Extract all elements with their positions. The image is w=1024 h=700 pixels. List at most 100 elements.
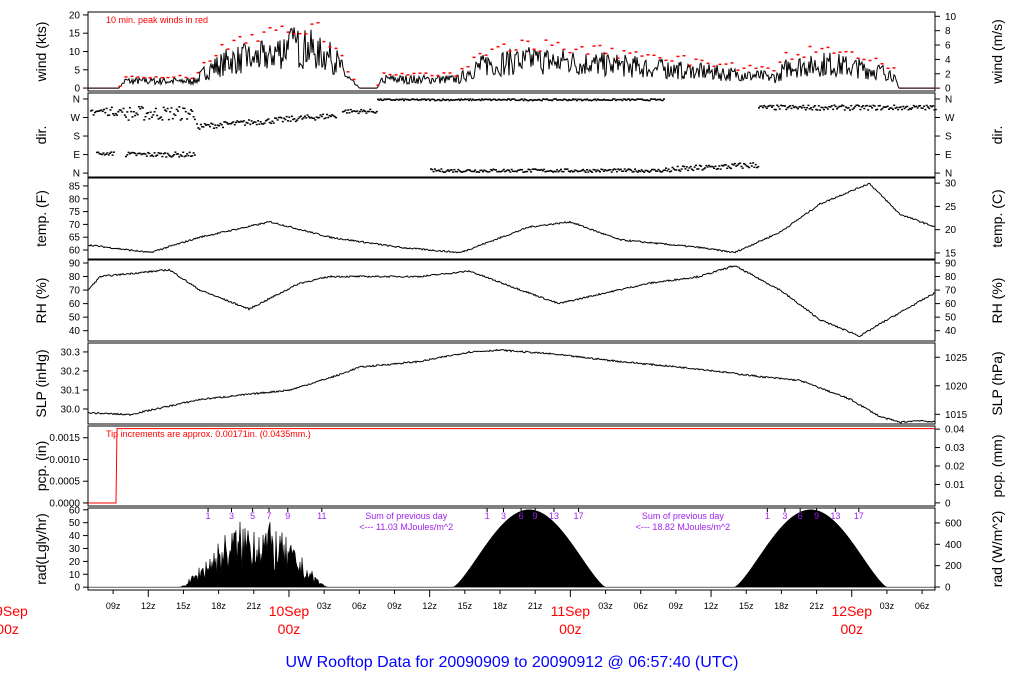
wind-right-tick-label: 6 <box>945 41 951 52</box>
wind-direction-point <box>852 107 855 109</box>
wind-speed-line <box>88 27 935 89</box>
wind-direction-point <box>482 170 484 173</box>
temp-right-tick-label: 30 <box>945 179 957 190</box>
wind-direction-point <box>174 114 177 117</box>
wind-direction-point <box>895 106 898 109</box>
dir-right-axis-label: dir. <box>989 126 1005 145</box>
wind-direction-point <box>858 105 861 107</box>
wind-direction-point <box>248 119 250 121</box>
wind-direction-point <box>128 106 131 109</box>
wind-direction-point <box>121 111 124 113</box>
wind-direction-point <box>819 109 822 111</box>
wind-direction-point <box>924 108 927 111</box>
x-tick-label: 12z <box>141 601 156 611</box>
rad-left-axis-label: rad(Lgly/hr) <box>33 513 49 585</box>
wind-direction-point <box>675 169 678 171</box>
wind-direction-point <box>156 114 159 117</box>
date-hour-label: 00z <box>840 621 863 637</box>
wind-direction-point <box>375 110 378 113</box>
wind-direction-point <box>622 170 625 172</box>
wind-direction-point <box>166 152 169 155</box>
wind-direction-point <box>379 98 382 100</box>
wind-direction-point <box>834 105 837 108</box>
wind-direction-point <box>211 123 214 125</box>
wind-direction-point <box>143 119 146 121</box>
wind-direction-point <box>112 151 115 153</box>
wind-direction-point <box>488 170 491 173</box>
x-tick-label: 21z <box>528 601 543 611</box>
wind-direction-point <box>621 99 624 102</box>
wind-direction-point <box>825 106 828 109</box>
wind-direction-point <box>748 166 751 169</box>
wind-direction-point <box>807 104 810 107</box>
wind-direction-point <box>306 114 309 116</box>
wind-direction-point <box>314 119 317 121</box>
wind-direction-point <box>218 125 221 127</box>
x-tick-label: 15z <box>458 601 473 611</box>
wind-direction-point <box>566 168 569 170</box>
wind-direction-point <box>271 120 274 122</box>
wind-direction-point <box>821 106 824 109</box>
wind-direction-point <box>657 168 660 171</box>
wind-direction-point <box>167 118 170 121</box>
wind-direction-point <box>178 106 181 108</box>
wind-direction-point <box>771 106 773 108</box>
wind-direction-point <box>196 123 198 125</box>
wind-direction-point <box>233 123 236 126</box>
wind-direction-point <box>153 152 156 154</box>
wind-direction-point <box>469 98 472 100</box>
wind-direction-point <box>752 162 755 164</box>
radiation-hour-label: 1 <box>765 511 770 521</box>
wind-direction-point <box>859 108 862 111</box>
wind-direction-point <box>863 107 866 110</box>
radiation-hour-label: 5 <box>250 511 255 521</box>
wind-direction-point <box>862 105 864 107</box>
wind-direction-point <box>656 170 659 172</box>
wind-direction-point <box>107 154 110 156</box>
wind-direction-point <box>235 121 237 124</box>
wind-direction-point <box>186 118 189 120</box>
wind-direction-point <box>358 110 361 113</box>
wind-direction-point <box>495 169 497 171</box>
daily-sum-label: Sum of previous day <box>642 511 725 521</box>
wind-direction-point <box>105 107 108 110</box>
wind-direction-point <box>344 109 347 112</box>
wind-direction-point <box>148 118 151 120</box>
radiation-hour-label: 9 <box>285 511 290 521</box>
rad-left-tick-label: 20 <box>69 557 81 568</box>
wind-direction-point <box>145 155 148 157</box>
wind-direction-point <box>303 115 306 118</box>
wind-direction-point <box>610 171 613 173</box>
pcp-left-tick-label: 0.0015 <box>49 433 80 444</box>
wind-direction-point <box>114 112 117 115</box>
wind-direction-point <box>671 166 674 169</box>
wind-direction-point <box>744 163 747 166</box>
wind-direction-point <box>916 107 919 109</box>
wind-direction-point <box>927 106 929 108</box>
temp-left-tick-label: 75 <box>69 207 81 218</box>
wind-direction-point <box>175 108 178 111</box>
wind-direction-point <box>246 122 249 124</box>
wind-direction-point <box>901 108 903 111</box>
wind-direction-point <box>851 108 854 111</box>
radiation-hour-label: 11 <box>317 511 326 521</box>
daily-sum-value: <--- 18.82 MJoules/m^2 <box>636 522 731 532</box>
wind-direction-point <box>360 108 363 111</box>
wind-direction-point <box>319 114 322 116</box>
wind-direction-point <box>676 165 679 168</box>
temp-left-tick-label: 70 <box>69 220 81 231</box>
temp-right-tick-label: 20 <box>945 225 957 236</box>
wind-direction-point <box>653 168 656 171</box>
temp-panel-frame <box>87 177 936 260</box>
wind-direction-point <box>764 105 767 108</box>
date-label: 10Sep <box>269 603 310 619</box>
dir-left-tick-label: N <box>73 94 80 105</box>
wind-direction-point <box>173 154 176 156</box>
wind-direction-point <box>811 108 814 111</box>
wind-direction-point <box>141 107 144 109</box>
wind-direction-point <box>106 152 109 154</box>
wind-direction-point <box>806 107 809 109</box>
x-tick-label: 18z <box>493 601 508 611</box>
wind-direction-point <box>147 112 150 114</box>
wind-direction-point <box>902 105 905 108</box>
